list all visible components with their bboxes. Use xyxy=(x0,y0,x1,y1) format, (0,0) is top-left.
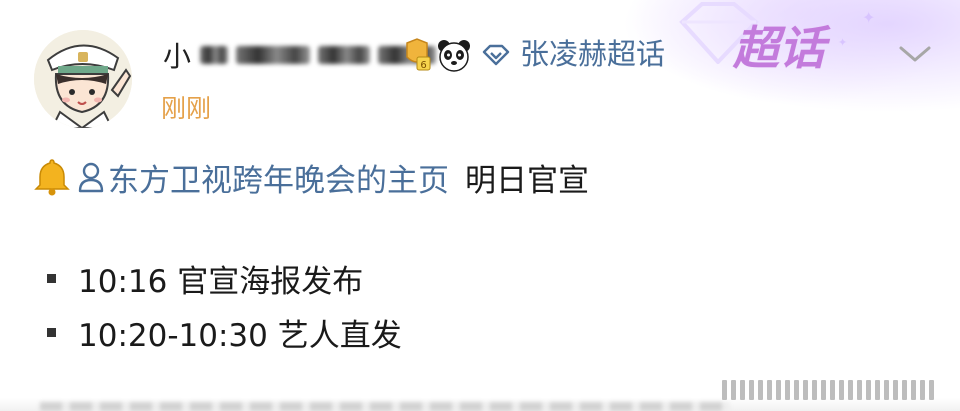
bullet-icon xyxy=(47,327,56,337)
bell-icon xyxy=(34,159,70,196)
level-badge-icon[interactable]: 6 xyxy=(403,37,431,71)
mention-link[interactable]: 东方卫视跨年晚会的主页 xyxy=(108,155,449,200)
diamond-outline-icon[interactable] xyxy=(481,44,511,66)
list-item: 10:16 官宣海报发布 xyxy=(45,255,402,301)
username[interactable]: 小 xyxy=(163,38,437,73)
redacted-username xyxy=(200,46,229,64)
truncated-text-line xyxy=(40,402,730,411)
super-topic-label[interactable]: 超话 xyxy=(733,20,825,76)
avatar-cartoon-icon xyxy=(34,30,132,128)
panda-icon[interactable] xyxy=(437,38,471,72)
schedule-list: 10:16 官宣海报发布 10:20-10:30 艺人直发 xyxy=(45,255,402,355)
avatar[interactable] xyxy=(34,30,132,128)
sparkle-icon: ✦ xyxy=(838,36,848,49)
mention-line: 东方卫视跨年晚会的主页 明日官宣 xyxy=(32,155,589,199)
person-icon xyxy=(78,162,104,193)
watermark-bars-icon xyxy=(722,372,934,400)
list-item-text: 10:20-10:30 艺人直发 xyxy=(78,317,402,354)
post-timestamp: 刚刚 xyxy=(161,94,212,123)
announcement-text: 明日官宣 xyxy=(465,162,589,199)
svg-text:6: 6 xyxy=(420,60,426,71)
list-item: 10:20-10:30 艺人直发 xyxy=(45,309,402,355)
redacted-username xyxy=(318,46,371,64)
sparkle-icon: ✦ xyxy=(862,8,876,27)
bullet-icon xyxy=(47,273,56,283)
username-text: 小 xyxy=(163,40,193,73)
chevron-down-icon[interactable] xyxy=(897,42,933,66)
topic-link[interactable]: 张凌赫超话 xyxy=(520,34,665,74)
list-item-text: 10:16 官宣海报发布 xyxy=(78,263,364,300)
redacted-username xyxy=(236,46,311,64)
